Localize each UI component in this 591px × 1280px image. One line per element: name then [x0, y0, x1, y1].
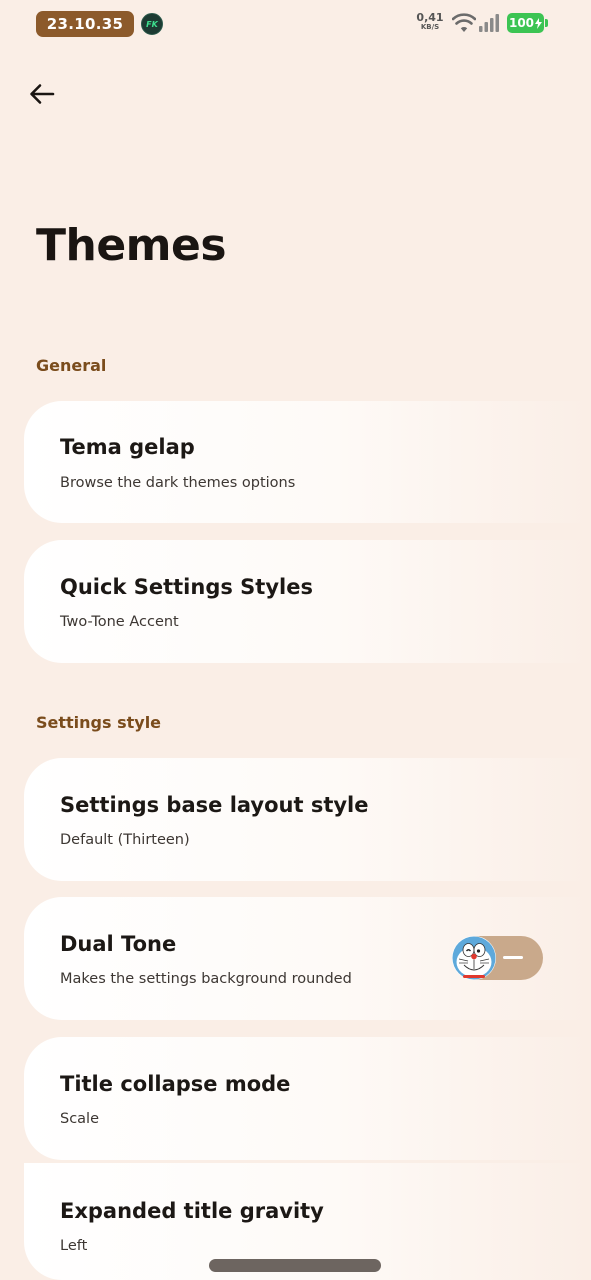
setting-title: Title collapse mode: [60, 1072, 291, 1096]
wifi-icon: [452, 13, 476, 32]
page-title: Themes: [36, 220, 227, 271]
section-header-settings-style: Settings style: [36, 713, 162, 732]
section-header-general: General: [36, 356, 107, 375]
setting-subtitle: Browse the dark themes options: [60, 475, 296, 491]
signal-icon: [479, 14, 499, 32]
toggle-off-indicator: [503, 956, 523, 959]
setting-subtitle: Default (Thirteen): [60, 832, 190, 848]
setting-title: Tema gelap: [60, 435, 195, 459]
setting-subtitle: Two-Tone Accent: [60, 614, 179, 630]
navigation-gesture-handle[interactable]: [209, 1259, 381, 1272]
network-speed-value: 0,41: [416, 11, 444, 24]
setting-title: Expanded title gravity: [60, 1199, 324, 1223]
setting-subtitle: Makes the settings background rounded: [60, 971, 352, 987]
battery-tip: [545, 19, 548, 27]
status-bar: 23.10.35 FK 0,41 KB/S 100: [0, 0, 591, 48]
back-arrow-icon[interactable]: [24, 76, 60, 112]
setting-item-dark-theme[interactable]: Tema gelap Browse the dark themes option…: [24, 401, 591, 523]
status-time: 23.10.35: [36, 11, 134, 37]
battery-level: 100: [508, 16, 535, 30]
network-speed: 0,41 KB/S: [415, 12, 445, 31]
setting-subtitle: Left: [60, 1238, 88, 1254]
setting-item-base-layout-style[interactable]: Settings base layout style Default (Thir…: [24, 758, 591, 881]
fk-app-icon: FK: [141, 13, 163, 35]
setting-title: Dual Tone: [60, 932, 177, 956]
battery-indicator: 100: [507, 13, 544, 33]
setting-item-quick-settings-styles[interactable]: Quick Settings Styles Two-Tone Accent: [24, 540, 591, 663]
charging-bolt-icon: [535, 17, 543, 29]
doraemon-thumb-icon: [452, 936, 496, 980]
network-speed-unit: KB/S: [420, 23, 440, 31]
setting-subtitle: Scale: [60, 1111, 100, 1127]
setting-title: Quick Settings Styles: [60, 575, 313, 599]
setting-item-title-collapse-mode[interactable]: Title collapse mode Scale: [24, 1037, 591, 1160]
setting-title: Settings base layout style: [60, 793, 369, 817]
dual-tone-toggle[interactable]: [451, 935, 543, 981]
